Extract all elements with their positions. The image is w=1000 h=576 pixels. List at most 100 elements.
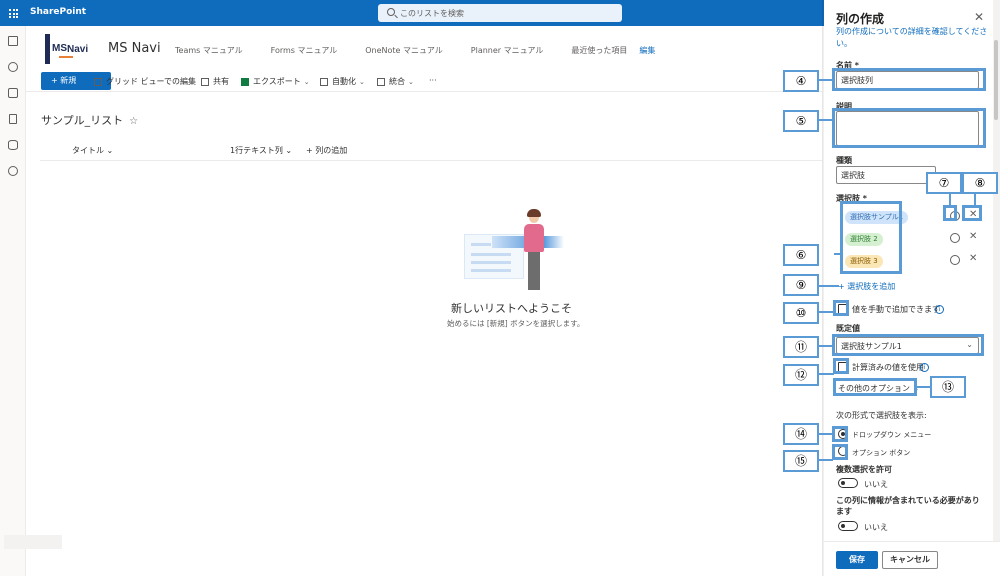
remove-choice-icon[interactable]: ✕	[969, 231, 977, 242]
illus-line	[471, 253, 511, 256]
connector-6	[834, 253, 841, 255]
display-label: 次の形式で選択肢を表示:	[836, 411, 927, 420]
favorite-star-icon[interactable]: ☆	[129, 116, 138, 127]
empty-state-subtitle: 始めるには [新規] ボタンを選択します。	[447, 319, 585, 328]
share-button[interactable]: 共有	[201, 76, 229, 87]
type-field[interactable]: 選択肢	[836, 166, 936, 184]
required-label: この列に情報が含まれている必要があります	[836, 496, 980, 516]
connector-5	[819, 119, 833, 121]
connector-10	[819, 311, 834, 313]
connector-13	[916, 386, 931, 388]
nav-forms[interactable]: Forms マニュアル	[271, 45, 338, 56]
app-name[interactable]: SharePoint	[30, 7, 86, 17]
home-icon[interactable]	[8, 36, 18, 46]
highlight-radio-dropdown	[832, 426, 848, 442]
grid-icon	[94, 77, 102, 86]
learn-more-link[interactable]: 列の作成についての詳細を確認してください。	[836, 26, 996, 50]
info-icon[interactable]: i	[920, 363, 929, 372]
illus-line	[471, 261, 511, 264]
nav-onenote[interactable]: OneNote マニュアル	[365, 45, 443, 56]
palette-icon[interactable]	[950, 255, 960, 265]
allow-manual-label: 値を手動で追加できます	[852, 305, 940, 314]
column-header-title[interactable]: タイトル ⌄	[72, 145, 113, 156]
logo-accent	[59, 56, 73, 58]
highlight-more-options	[833, 378, 917, 396]
column-header-text[interactable]: 1行テキスト列 ⌄	[230, 145, 292, 156]
nav-edit-link[interactable]: 編集	[639, 45, 655, 56]
search-icon	[387, 8, 395, 16]
nav-recent[interactable]: 最近使った項目	[571, 45, 627, 56]
chevron-down-icon: ⌄	[408, 77, 414, 86]
required-value: いいえ	[864, 523, 888, 532]
search-box[interactable]: このリストを検索	[378, 4, 622, 22]
callout-6: ⑥	[783, 244, 819, 266]
list-title: サンプル_リスト ☆	[41, 114, 139, 127]
nav-planner[interactable]: Planner マニュアル	[471, 45, 544, 56]
lists-icon[interactable]	[8, 140, 18, 150]
palette-icon[interactable]	[950, 233, 960, 243]
highlight-calculated-checkbox	[833, 358, 849, 374]
illus-body	[524, 224, 544, 252]
default-label: 既定値	[836, 324, 860, 333]
share-icon	[201, 77, 209, 86]
highlight-radio-option	[832, 444, 848, 460]
required-toggle[interactable]	[838, 521, 858, 531]
cancel-button[interactable]: キャンセル	[882, 551, 938, 569]
multi-select-toggle[interactable]	[838, 478, 858, 488]
globe-icon[interactable]	[8, 62, 18, 72]
left-rail	[0, 26, 26, 576]
nav-teams[interactable]: Teams マニュアル	[175, 45, 243, 56]
logo-bar	[45, 34, 50, 64]
highlight-default-select	[832, 334, 984, 356]
save-button[interactable]: 保存	[836, 551, 878, 569]
add-choice-button[interactable]: + 選択肢を追加	[838, 281, 895, 292]
integrate-button[interactable]: 統合 ⌄	[377, 76, 414, 87]
callout-5: ⑤	[783, 110, 819, 132]
automate-button[interactable]: 自動化 ⌄	[320, 76, 365, 87]
create-icon[interactable]	[8, 166, 18, 176]
radio-dropdown-label: ドロップダウン メニュー	[852, 431, 932, 439]
site-title[interactable]: MS Navi	[108, 41, 161, 56]
highlight-remove	[962, 205, 982, 221]
connector-15	[819, 459, 833, 461]
document-icon[interactable]	[9, 114, 17, 124]
add-column-button[interactable]: + 列の追加	[306, 145, 347, 156]
export-button[interactable]: エクスポート ⌄	[241, 76, 310, 87]
highlight-choices	[840, 201, 902, 274]
feedback-box[interactable]	[4, 535, 62, 549]
logo-ms: MS	[52, 43, 67, 54]
more-button[interactable]: ···	[429, 76, 437, 85]
highlight-description-field	[832, 108, 986, 148]
callout-10: ⑩	[783, 302, 819, 324]
use-calculated-label: 計算済みの値を使用	[852, 363, 924, 372]
highlight-palette	[943, 205, 957, 221]
grid-edit-button[interactable]: グリッド ビューでの編集	[94, 76, 196, 87]
remove-choice-icon[interactable]: ✕	[969, 253, 977, 264]
panel-scroll-thumb[interactable]	[994, 40, 998, 120]
app-launcher-icon[interactable]	[9, 9, 18, 18]
chevron-down-icon: ⌄	[285, 146, 293, 155]
info-icon[interactable]: i	[935, 305, 944, 314]
radio-option-label: オプション ボタン	[852, 449, 911, 457]
multi-select-label: 複数選択を許可	[836, 465, 892, 474]
callout-7: ⑦	[926, 172, 962, 194]
illus-legs	[528, 252, 540, 290]
header-divider	[40, 160, 822, 161]
callout-15: ⑮	[783, 450, 819, 472]
close-icon[interactable]: ✕	[974, 10, 984, 24]
connector-14	[819, 433, 833, 435]
excel-icon	[241, 77, 249, 86]
automate-icon	[320, 77, 328, 86]
connector-7	[949, 193, 951, 206]
connector-9	[819, 285, 839, 287]
callout-9: ⑨	[783, 274, 819, 296]
connector-11	[819, 345, 833, 347]
logo-navi: Navi	[67, 44, 89, 55]
feed-icon[interactable]	[8, 88, 18, 98]
site-logo[interactable]: MS Navi	[45, 34, 95, 64]
callout-8: ⑧	[962, 172, 998, 194]
callout-11: ⑪	[783, 336, 819, 358]
callout-12: ⑫	[783, 364, 819, 386]
connector-4	[819, 79, 833, 81]
chevron-down-icon: ⌄	[106, 146, 114, 155]
